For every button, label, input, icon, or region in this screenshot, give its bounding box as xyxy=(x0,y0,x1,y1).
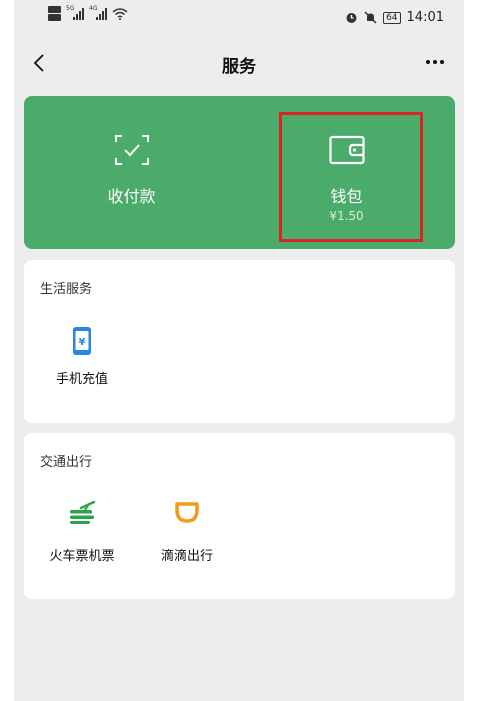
scan-check-icon xyxy=(114,135,149,165)
battery-icon: 64 xyxy=(383,11,401,24)
wifi-icon xyxy=(112,7,128,20)
more-icon[interactable] xyxy=(426,60,444,64)
hd-icon xyxy=(48,6,61,21)
svg-text:¥: ¥ xyxy=(79,337,86,348)
life-services-card: 生活服务 ¥ 手机充值 xyxy=(24,260,455,423)
phone-recharge-label: 手机充值 xyxy=(55,372,108,387)
signal-sim1-icon: 5G xyxy=(66,5,84,20)
train-plane-tickets-button[interactable]: 火车票机票 xyxy=(34,501,130,567)
wallet-highlight-box xyxy=(279,112,423,242)
phone-screen: 5G 4G 64 14:01 服务 收付款 钱包 ¥1.50 生活服务 ¥ 手机… xyxy=(14,0,464,701)
phone-recharge-icon: ¥ xyxy=(73,327,91,355)
pay-receive-label: 收付款 xyxy=(107,187,156,206)
transport-card: 交通出行 火车票机票 滴滴出行 xyxy=(24,433,455,599)
clock: 14:01 xyxy=(406,10,444,25)
didi-icon xyxy=(175,502,199,523)
train-plane-icon xyxy=(70,501,96,524)
transport-title: 交通出行 xyxy=(40,455,93,470)
didi-label: 滴滴出行 xyxy=(160,549,213,564)
signal-sim2-icon: 4G xyxy=(89,5,107,20)
train-plane-label: 火车票机票 xyxy=(49,549,115,564)
page-title: 服务 xyxy=(222,57,256,77)
status-right: 64 14:01 xyxy=(345,10,444,25)
phone-recharge-button[interactable]: ¥ 手机充值 xyxy=(34,326,130,390)
alarm-icon xyxy=(346,13,357,23)
mute-bell-icon xyxy=(364,11,377,24)
navigation-bar: 服务 xyxy=(14,38,464,88)
didi-button[interactable]: 滴滴出行 xyxy=(139,502,235,567)
network-indicators: 5G 4G xyxy=(48,5,128,21)
life-services-title: 生活服务 xyxy=(40,282,93,297)
status-bar: 5G 4G 64 14:01 xyxy=(14,0,464,38)
pay-receive-button[interactable]: 收付款 xyxy=(24,96,239,249)
